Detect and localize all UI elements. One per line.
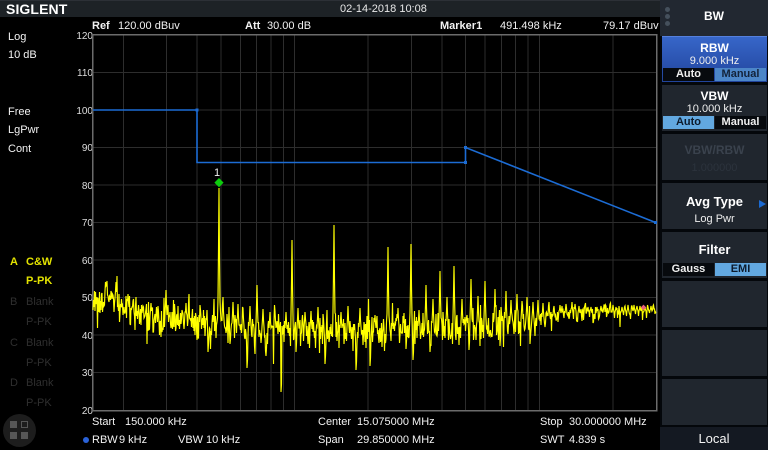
svg-text:1: 1 [214, 167, 220, 179]
